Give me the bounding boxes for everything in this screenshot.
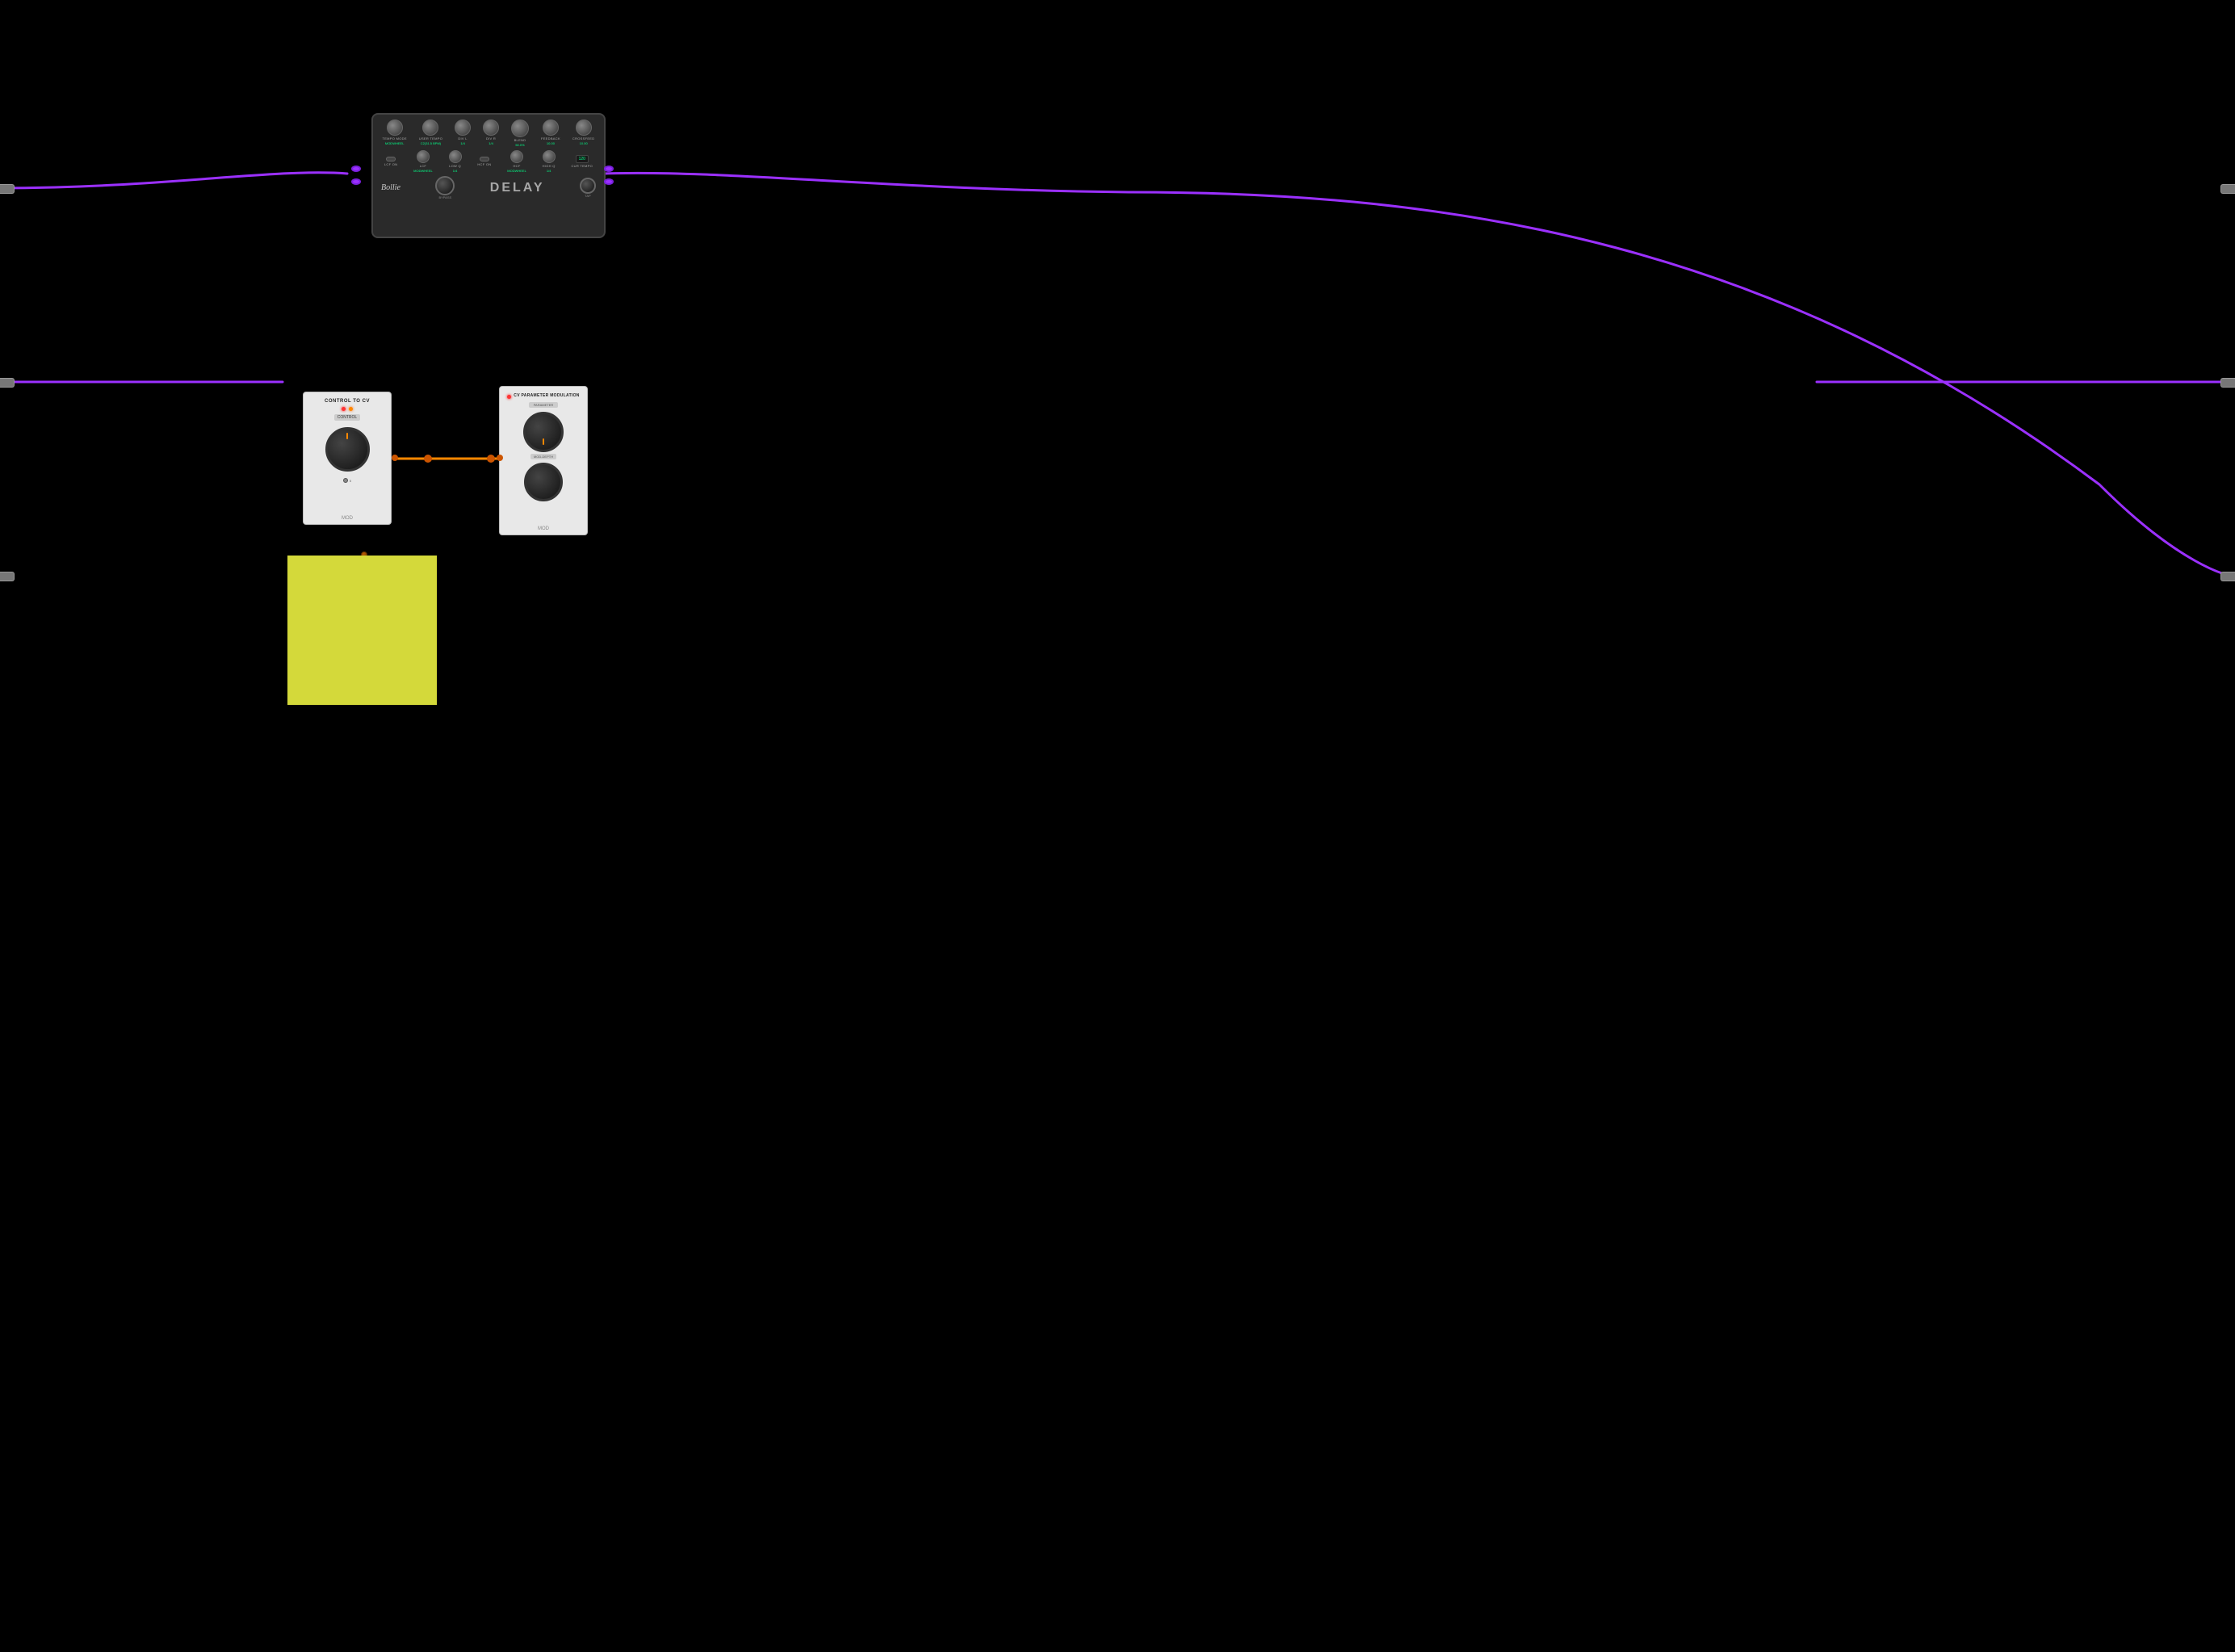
div-r-value: 1/4 bbox=[489, 141, 493, 145]
pedal-top-knobs: TEMPO MODE MODWHEEL USER TEMPO C2(31.5 B… bbox=[378, 119, 599, 147]
div-r-knob-group: DIV R 1/4 bbox=[483, 119, 499, 145]
low-q-knob-group: LOW Q 1/4 bbox=[449, 150, 462, 173]
cur-tempo-label: CUR TEMPO bbox=[571, 164, 593, 168]
left-port-middle[interactable] bbox=[0, 378, 15, 388]
feedback-value: 10.00 bbox=[547, 141, 555, 145]
user-tempo-value: C2(31.5 BPM) bbox=[421, 141, 441, 145]
pedal-port-right-1[interactable] bbox=[604, 166, 614, 172]
delay-pedal: TEMPO MODE MODWHEEL USER TEMPO C2(31.5 B… bbox=[371, 113, 606, 238]
lcf-label: LCF bbox=[420, 164, 426, 168]
div-r-knob[interactable] bbox=[483, 119, 499, 136]
cur-tempo-display: 120 bbox=[576, 155, 589, 163]
hcf-on-group: HCF ON bbox=[477, 157, 491, 166]
led-orange bbox=[349, 407, 353, 411]
div-l-label: DIV L bbox=[458, 136, 468, 140]
crossfeed-knob[interactable] bbox=[576, 119, 592, 136]
control-cv-mod-logo: MOD bbox=[342, 513, 353, 521]
hcf-knob[interactable] bbox=[510, 150, 523, 163]
hcf-value: MODWHEEL bbox=[507, 169, 526, 173]
tempo-mode-value: MODWHEEL bbox=[385, 141, 405, 145]
high-q-knob[interactable] bbox=[543, 150, 556, 163]
cv-param-led bbox=[507, 395, 511, 399]
crossfeed-label: CROSSFEED bbox=[572, 136, 595, 140]
blend-knob-group: BLEND 50.0% bbox=[511, 119, 529, 147]
tempo-mode-knob[interactable] bbox=[387, 119, 403, 136]
low-q-label: LOW Q bbox=[449, 164, 461, 168]
user-tempo-label: USER TEMPO bbox=[419, 136, 442, 140]
lcf-value: MODWHEEL bbox=[413, 169, 433, 173]
hcf-knob-group: HCF MODWHEEL bbox=[507, 150, 526, 173]
hcf-on-toggle[interactable] bbox=[480, 157, 489, 161]
control-cv-leds bbox=[342, 407, 353, 411]
high-q-knob-group: HIGH Q 1/4 bbox=[543, 150, 556, 173]
tap-button[interactable] bbox=[580, 178, 596, 194]
crossfeed-knob-group: CROSSFEED 10.00 bbox=[572, 119, 595, 145]
cv-param-in-port-area bbox=[497, 455, 503, 461]
cv-out-port[interactable] bbox=[392, 455, 398, 461]
control-label: CONTROL bbox=[334, 414, 360, 421]
left-port-bottom[interactable] bbox=[0, 572, 15, 581]
div-r-label: DIV R bbox=[486, 136, 496, 140]
div-l-value: 1/4 bbox=[460, 141, 465, 145]
pedal-port-left-1[interactable] bbox=[351, 166, 361, 172]
low-q-knob[interactable] bbox=[449, 150, 462, 163]
control-cv-module: CONTROL TO CV CONTROL 0 MOD bbox=[303, 392, 392, 525]
right-port-top[interactable] bbox=[2220, 184, 2235, 194]
bypass-button[interactable] bbox=[435, 176, 455, 195]
bollie-logo: Bollie bbox=[381, 183, 400, 192]
lcf-knob[interactable] bbox=[417, 150, 430, 163]
control-cv-knob[interactable] bbox=[325, 427, 370, 472]
cv-output-port[interactable] bbox=[343, 478, 348, 483]
div-l-knob[interactable] bbox=[455, 119, 471, 136]
module-ports-middle bbox=[392, 455, 398, 461]
left-port-top[interactable] bbox=[0, 184, 15, 194]
feedback-label: FEEDBACK bbox=[541, 136, 560, 140]
parameter-label: PARAMETER bbox=[529, 402, 559, 408]
low-q-value: 1/4 bbox=[453, 169, 458, 173]
cv-depth-knob[interactable] bbox=[524, 463, 563, 501]
cv-param-knob[interactable] bbox=[523, 412, 564, 452]
blend-label: BLEND bbox=[514, 138, 526, 142]
lcf-on-toggle[interactable] bbox=[386, 157, 396, 161]
lcf-on-group: LCF ON bbox=[384, 157, 397, 166]
user-tempo-knob[interactable] bbox=[422, 119, 438, 136]
pedal-bottom-row: Bollie BYPASS DELAY TAP bbox=[378, 176, 599, 199]
tempo-mode-label: TEMPO MODE bbox=[382, 136, 406, 140]
cur-tempo-group: 120 CUR TEMPO bbox=[571, 155, 593, 168]
high-q-label: HIGH Q bbox=[543, 164, 556, 168]
bypass-label: BYPASS bbox=[438, 195, 451, 199]
lcf-knob-group: LCF MODWHEEL bbox=[413, 150, 433, 173]
cv-param-mod-logo: MOD bbox=[538, 523, 549, 531]
high-q-value: 1/4 bbox=[547, 169, 551, 173]
tempo-mode-knob-group: TEMPO MODE MODWHEEL bbox=[382, 119, 406, 145]
cv-param-title: CV PARAMETER MODULATION bbox=[514, 393, 579, 399]
lcf-on-label: LCF ON bbox=[384, 162, 397, 166]
cv-param-module: CV PARAMETER MODULATION PARAMETER MOD-DE… bbox=[499, 386, 588, 535]
blend-knob[interactable] bbox=[511, 119, 529, 137]
led-red bbox=[342, 407, 346, 411]
pedal-middle-knobs: LCF ON LCF MODWHEEL LOW Q 1/4 HCF ON HCF… bbox=[378, 150, 599, 173]
cv-param-in-port[interactable] bbox=[497, 455, 503, 461]
sticky-note[interactable] bbox=[287, 556, 437, 705]
div-l-knob-group: DIV L 1/4 bbox=[455, 119, 471, 145]
hcf-on-label: HCF ON bbox=[477, 162, 491, 166]
delay-title: DELAY bbox=[490, 181, 545, 195]
right-port-middle[interactable] bbox=[2220, 378, 2235, 388]
feedback-knob-group: FEEDBACK 10.00 bbox=[541, 119, 560, 145]
pedal-port-left-2[interactable] bbox=[351, 178, 361, 185]
feedback-knob[interactable] bbox=[543, 119, 559, 136]
hcf-label: HCF bbox=[513, 164, 520, 168]
right-port-bottom[interactable] bbox=[2220, 572, 2235, 581]
cv-output-label: 0 bbox=[350, 479, 351, 483]
pedal-port-right-2[interactable] bbox=[604, 178, 614, 185]
blend-value: 50.0% bbox=[515, 143, 524, 147]
mod-depth-label: MOD-DEPTH bbox=[530, 454, 556, 459]
user-tempo-knob-group: USER TEMPO C2(31.5 BPM) bbox=[419, 119, 442, 145]
control-cv-title: CONTROL TO CV bbox=[325, 399, 370, 404]
crossfeed-value: 10.00 bbox=[580, 141, 588, 145]
tap-label: TAP bbox=[585, 194, 590, 198]
